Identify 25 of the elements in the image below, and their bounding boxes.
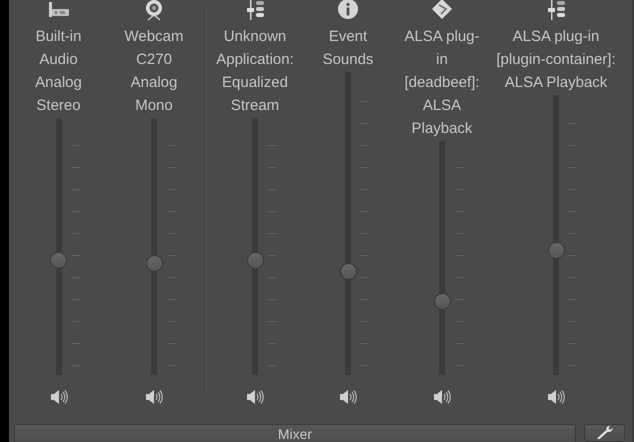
volume-slider-thumb[interactable] — [246, 252, 264, 270]
volume-slider-thumb[interactable] — [50, 252, 67, 270]
stream-label: Unknown Application: Equalized Stream — [216, 27, 294, 116]
volume-slider-thumb[interactable] — [434, 292, 450, 310]
mixer-sliders-icon — [244, 0, 266, 21]
speaker-icon[interactable] — [246, 388, 264, 405]
speaker-icon[interactable] — [433, 388, 451, 405]
stream-label: Built-in Audio Analog Stereo — [35, 27, 82, 116]
volume-slider-thumb[interactable] — [548, 242, 564, 260]
wrench-icon — [594, 425, 614, 439]
settings-button[interactable] — [584, 424, 625, 442]
mixer-sliders-icon — [545, 0, 567, 21]
stream-label: ALSA plug-in [plugin-container]: ALSA Playback — [496, 27, 616, 93]
stream-label: Event Sounds — [322, 27, 374, 70]
volume-slider-thumb[interactable] — [146, 254, 162, 272]
volume-slider-thumb[interactable] — [340, 263, 356, 280]
speaker-icon[interactable] — [547, 388, 565, 405]
speaker-icon[interactable] — [339, 388, 357, 405]
speaker-icon[interactable] — [145, 388, 163, 405]
sound-card-icon — [46, 0, 70, 19]
speaker-icon[interactable] — [50, 388, 68, 405]
mixer-button[interactable]: Mixer — [14, 424, 576, 442]
stream-label: ALSA plug- in [deadbeef]: ALSA Playback — [404, 27, 480, 139]
play-diamond-icon — [431, 0, 453, 21]
stream-label: Webcam C270 Analog Mono — [124, 27, 184, 116]
